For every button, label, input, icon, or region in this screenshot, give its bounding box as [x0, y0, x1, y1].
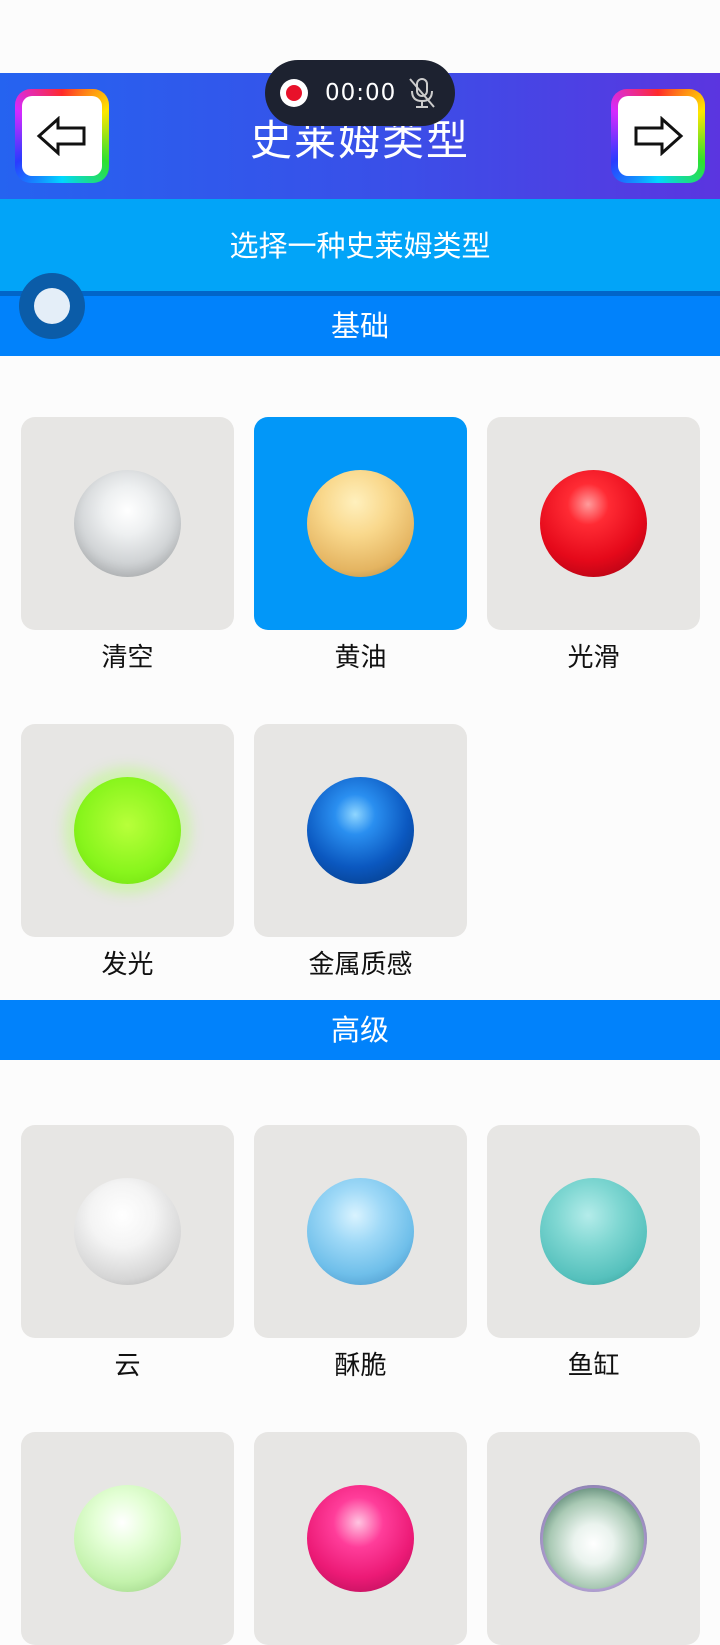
pink-ball-icon	[307, 1485, 414, 1592]
fishbowl-ball-icon	[540, 1178, 647, 1285]
record-icon[interactable]	[280, 79, 308, 107]
slime-label: 云	[114, 1351, 141, 1381]
smooth-ball-icon	[540, 470, 647, 577]
slime-option-bubble[interactable]	[487, 1432, 700, 1645]
arrow-left-icon	[36, 116, 86, 156]
floating-handle[interactable]	[19, 273, 85, 339]
slime-option-pink[interactable]	[254, 1432, 467, 1645]
slime-option-clear[interactable]	[21, 417, 234, 630]
slime-option-metallic[interactable]	[254, 724, 467, 937]
slime-label: 鱼缸	[567, 1351, 620, 1381]
butter-ball-icon	[307, 470, 414, 577]
clear-ball-icon	[74, 470, 181, 577]
slime-option-crispy[interactable]	[254, 1125, 467, 1338]
slime-option-glow[interactable]	[21, 724, 234, 937]
slime-option-butter[interactable]	[254, 417, 467, 630]
slime-option-mint[interactable]	[21, 1432, 234, 1645]
slime-option-fishbowl[interactable]	[487, 1125, 700, 1338]
bubble-ball-icon	[540, 1485, 647, 1592]
slime-label: 光滑	[567, 643, 620, 673]
subtitle-banner: 选择一种史莱姆类型	[0, 199, 720, 291]
slime-label: 酥脆	[334, 1351, 387, 1381]
mic-off-icon[interactable]	[407, 76, 437, 110]
slime-label: 金属质感	[308, 950, 413, 980]
glow-ball-icon	[74, 777, 181, 884]
record-timer: 00:00	[325, 80, 397, 106]
screen-recorder-pill[interactable]: 00:00	[265, 60, 455, 126]
mint-ball-icon	[74, 1485, 181, 1592]
slime-option-cloud[interactable]	[21, 1125, 234, 1338]
crispy-ball-icon	[307, 1178, 414, 1285]
forward-button[interactable]	[611, 89, 705, 183]
slime-label: 发光	[101, 950, 154, 980]
cloud-ball-icon	[74, 1178, 181, 1285]
metallic-ball-icon	[307, 777, 414, 884]
slime-option-smooth[interactable]	[487, 417, 700, 630]
slime-label: 清空	[101, 643, 154, 673]
arrow-right-icon	[634, 116, 684, 156]
slime-label: 黄油	[334, 643, 387, 673]
section-header-advanced: 高级	[0, 1000, 720, 1060]
back-button[interactable]	[15, 89, 109, 183]
section-header-basic: 基础	[0, 296, 720, 356]
